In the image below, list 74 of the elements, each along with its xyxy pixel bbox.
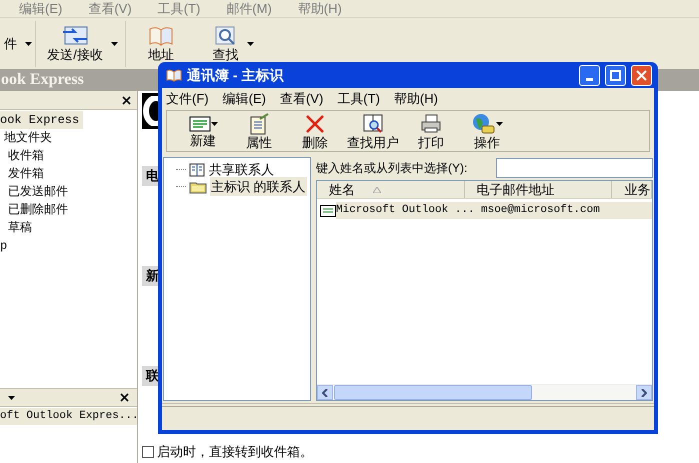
close-icon [122,96,131,104]
scroll-left-button[interactable] [317,385,333,400]
maximize-icon [610,70,621,80]
column-header[interactable]: 姓名 [317,181,465,198]
open-book-icon [166,68,182,82]
folder-item[interactable]: p [0,237,12,255]
toolbar-button[interactable]: 发送/接收 [43,25,107,62]
toolbar-button[interactable]: 操作 [463,112,511,150]
scroll-right-button[interactable] [636,385,652,400]
book-magnifier-icon [362,112,384,134]
folder-item[interactable]: 收件箱 [8,147,48,165]
toolbar-button[interactable]: 查找用户 [347,112,399,150]
folder-icon [189,180,207,194]
toolbar-button[interactable]: 属性 [235,112,283,150]
tree-item[interactable]: 共享联系人 [208,160,275,180]
column-header[interactable]: 电子邮件地址 [464,181,612,198]
contact-item[interactable]: oft Outlook Expres... [0,408,137,425]
checkbox[interactable] [142,446,154,458]
minimize-button[interactable] [579,64,600,86]
printer-icon [420,112,442,134]
folder-item[interactable]: ook Express [0,111,84,129]
email-cell-text: msoe@microsoft.com [481,203,600,218]
address-book-icon [189,162,205,176]
menu-item[interactable]: 文件(F) [166,89,209,109]
close-icon [636,70,647,80]
search-label: 键入姓名或从列表中选择(Y): [316,160,468,177]
toolbar-button[interactable]: 地址 [144,25,178,62]
contact-card-icon [188,114,210,132]
dropdown-caret-icon [246,42,254,46]
dropdown-caret-icon [8,396,15,400]
menu-item[interactable]: 查看(V) [280,89,324,109]
contact-card-icon [320,204,336,216]
maximize-button[interactable] [605,64,626,86]
sort-icon [373,186,381,192]
close-button[interactable] [120,393,129,402]
close-button[interactable] [122,96,131,104]
menu-item[interactable]: 帮助(H) [298,1,342,17]
menu-item[interactable]: 帮助(H) [394,89,438,109]
menu-item[interactable]: 编辑(E) [19,1,62,17]
folder-item[interactable]: 已删除邮件 [8,201,72,219]
menu-item[interactable]: 编辑(E) [222,89,266,109]
menu-item[interactable]: 查看(V) [88,1,132,17]
menu-item[interactable]: 邮件(M) [226,1,272,17]
search-field[interactable] [496,158,653,178]
close-icon [120,393,129,402]
toolbar-button[interactable]: 新建 [179,114,227,148]
envelope-arrows-icon [61,25,89,47]
folder-item[interactable]: 已发送邮件 [8,183,72,201]
contact-row[interactable]: Microsoft Outlook ... msoe@microsoft.com [336,202,652,219]
folder-item[interactable]: 发件箱 [8,165,48,183]
scroll-thumb[interactable] [334,385,532,400]
name-cell-text: Microsoft Outlook ... [336,203,476,218]
open-book-icon [148,25,174,47]
toolbar-button[interactable]: 件 [0,36,21,51]
app-title: ook Express [0,70,84,90]
tree-item[interactable]: 主标识 的联系人 [210,176,307,196]
dropdown-caret-icon [210,122,218,126]
dropdown-caret-icon [496,122,502,126]
x-mark-icon [304,112,326,134]
menu-item[interactable]: 工具(T) [158,1,200,17]
checkbox-label: 启动时，直接转到收件箱。 [157,443,313,461]
globe-phone-icon [472,112,496,134]
toolbar-button[interactable]: 查找 [208,25,242,62]
menu-item[interactable]: 工具(T) [337,89,380,109]
window-title: 通讯簿 - 主标识 [187,66,285,84]
folder-item[interactable]: 地文件夹 [4,129,56,147]
minimize-icon [586,78,593,80]
folder-item[interactable]: 草稿 [8,219,36,237]
document-pen-icon [248,112,270,134]
toolbar-button[interactable]: 删除 [291,112,339,150]
toolbar-button[interactable]: 打印 [407,112,455,150]
column-header[interactable]: 业务 [612,181,652,198]
dropdown-caret-icon [25,42,32,46]
dropdown-caret-icon [110,42,118,46]
